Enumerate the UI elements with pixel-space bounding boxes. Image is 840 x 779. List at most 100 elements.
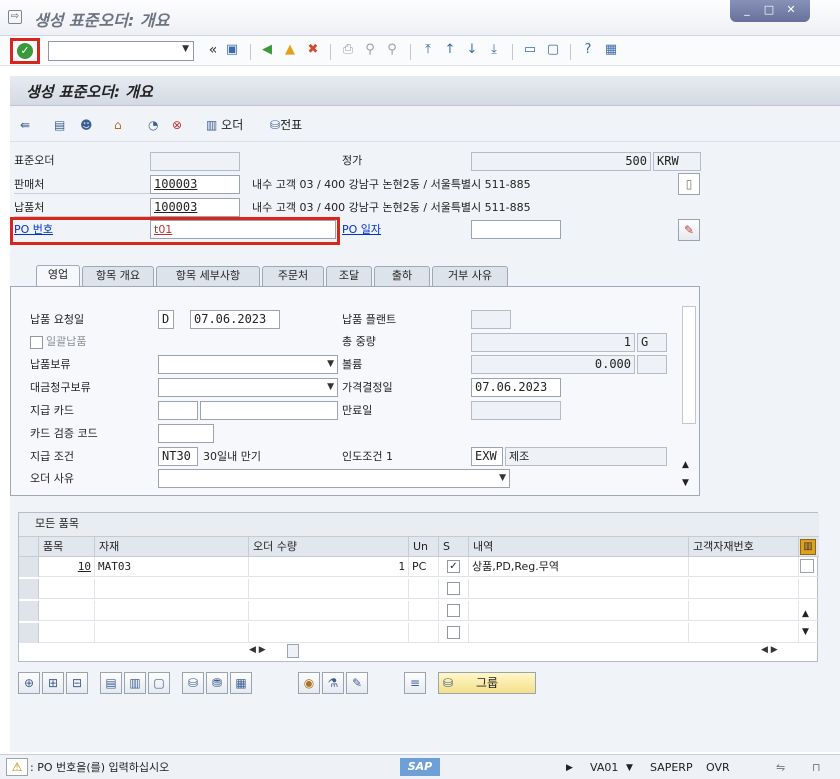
cell-desc[interactable] [469, 579, 689, 599]
availability-icon[interactable]: ◔ [148, 116, 158, 134]
schedule-lines-icon[interactable]: ◉ [298, 672, 320, 694]
complete-deliv-checkbox[interactable] [30, 336, 43, 349]
cell-unit[interactable]: PC [409, 557, 439, 577]
po-date-label[interactable]: PO 일자 [342, 221, 381, 239]
cell-desc[interactable] [469, 623, 689, 643]
conditions-icon[interactable]: ⛃ [206, 672, 228, 694]
cell-desc[interactable] [469, 601, 689, 621]
scroll-down-icon[interactable]: ▼ [682, 478, 689, 488]
cell-s[interactable] [439, 601, 469, 621]
col-material[interactable]: 자재 [95, 537, 249, 557]
new-session-icon[interactable]: ▭ [520, 40, 540, 60]
req-deliv-date-field[interactable]: 07.06.2023 [190, 310, 280, 329]
tab-sales[interactable]: 영업 [36, 265, 80, 287]
cell-s[interactable]: ✓ [439, 557, 469, 577]
cell-unit[interactable] [409, 579, 439, 599]
cell-desc[interactable]: 상품,PD,Reg.무역 [469, 557, 689, 577]
tab-procurement[interactable]: 조달 [326, 266, 372, 286]
layout-icon[interactable]: ▦ [601, 40, 621, 60]
partner-icon[interactable]: ☻ [80, 116, 93, 134]
app-menu-icon[interactable]: ⇨ [8, 10, 22, 24]
back-icon[interactable]: ◀ [257, 40, 277, 60]
payment-card-number-field[interactable] [200, 401, 338, 420]
deliv-block-select[interactable] [158, 355, 338, 374]
payment-terms-field[interactable]: NT30 [158, 447, 198, 466]
po-date-field[interactable] [471, 220, 561, 239]
minimize-button[interactable]: _ [738, 2, 756, 18]
find-icon[interactable]: ⚲ [360, 40, 380, 60]
maximize-button[interactable]: □ [760, 2, 778, 18]
exit-icon[interactable]: ▲ [280, 40, 300, 60]
create-with-reference-icon[interactable]: ⇚ [20, 116, 30, 134]
scroll-right-icon[interactable]: ◀ ▶ [761, 645, 778, 655]
tab-scrollbar[interactable]: ▲ ▼ [680, 306, 696, 492]
tab-reason-for-rejection[interactable]: 거부 사유 [432, 266, 508, 286]
order-reason-select[interactable] [158, 469, 510, 488]
row-selector[interactable] [19, 623, 39, 643]
cell-item[interactable] [39, 623, 95, 643]
select-all-icon[interactable]: ▤ [100, 672, 122, 694]
reject-icon[interactable]: ⊗ [172, 116, 182, 134]
first-page-icon[interactable]: ⤒ [418, 40, 438, 60]
card-verification-field[interactable] [158, 424, 214, 443]
cell-unit[interactable] [409, 601, 439, 621]
req-deliv-type-field[interactable]: D [158, 310, 174, 329]
cell-material[interactable] [95, 601, 249, 621]
warning-icon[interactable]: ⚠ [6, 758, 28, 776]
cell-material[interactable]: MAT03 [95, 557, 249, 577]
cell-item[interactable] [39, 579, 95, 599]
chevron-down-icon[interactable]: ▼ [182, 44, 189, 54]
print-icon[interactable]: ⎙ [338, 40, 358, 60]
display-doc-header-icon[interactable]: ▤ [54, 116, 65, 134]
sort-icon[interactable]: ≡ [404, 672, 426, 694]
document-icon[interactable]: ▯ [678, 173, 700, 195]
row-selector[interactable] [19, 601, 39, 621]
back-arrows-icon[interactable]: « [203, 40, 223, 60]
edit-document-icon[interactable]: ✎ [678, 219, 700, 241]
next-page-icon[interactable]: ↓ [462, 40, 482, 60]
scroll-up-icon[interactable]: ▲ [682, 460, 689, 470]
status-checkbox[interactable]: ✓ [447, 560, 460, 573]
table-scroll-up-icon[interactable]: ▲ [802, 609, 809, 619]
edit-items-icon[interactable]: ✎ [346, 672, 368, 694]
home-icon[interactable]: ⌂ [114, 116, 122, 134]
cell-s[interactable] [439, 623, 469, 643]
row-selector[interactable] [19, 579, 39, 599]
cell-qty[interactable] [249, 579, 409, 599]
delete-row-icon[interactable]: ⊟ [66, 672, 88, 694]
last-page-icon[interactable]: ⤓ [484, 40, 504, 60]
tab-shipping[interactable]: 출하 [374, 266, 430, 286]
cell-qty[interactable]: 1 [249, 557, 409, 577]
save-icon[interactable]: ▣ [222, 40, 242, 60]
group-button[interactable]: ⛁ 그룹 [438, 672, 536, 694]
col-item[interactable]: 품목 [39, 537, 95, 557]
shortcut-icon[interactable]: ▢ [543, 40, 563, 60]
vertical-scroll-thumb[interactable] [800, 559, 814, 573]
tcode-dropdown-icon[interactable]: ▼ [626, 759, 633, 777]
select-all-cell[interactable] [19, 537, 39, 557]
payment-card-type-field[interactable] [158, 401, 198, 420]
select-block-icon[interactable]: ▥ [124, 672, 146, 694]
previous-page-icon[interactable]: ↑ [440, 40, 460, 60]
cell-unit[interactable] [409, 623, 439, 643]
cell-cust-mat[interactable] [689, 623, 799, 643]
status-checkbox[interactable] [447, 582, 460, 595]
billing-block-select[interactable] [158, 378, 338, 397]
cell-qty[interactable] [249, 601, 409, 621]
table-scroll-down-icon[interactable]: ▼ [802, 627, 809, 637]
sold-to-field[interactable]: 100003 [150, 175, 240, 194]
cancel-icon[interactable]: ✖ [303, 40, 323, 60]
status-checkbox[interactable] [447, 626, 460, 639]
horizontal-scroll-thumb[interactable] [287, 644, 299, 658]
cell-material[interactable] [95, 623, 249, 643]
cell-item[interactable]: 10 [39, 557, 95, 577]
find-next-icon[interactable]: ⚲ [382, 40, 402, 60]
column-settings-icon[interactable]: ▥ [800, 539, 816, 555]
item-detail-icon[interactable]: ⊕ [18, 672, 40, 694]
cell-cust-mat[interactable] [689, 601, 799, 621]
tab-item-overview[interactable]: 항목 개요 [82, 266, 154, 286]
cell-qty[interactable] [249, 623, 409, 643]
tab-item-detail[interactable]: 항목 세부사항 [156, 266, 260, 286]
enter-button[interactable]: ✓ [10, 38, 40, 64]
col-order-qty[interactable]: 오더 수량 [249, 537, 409, 557]
